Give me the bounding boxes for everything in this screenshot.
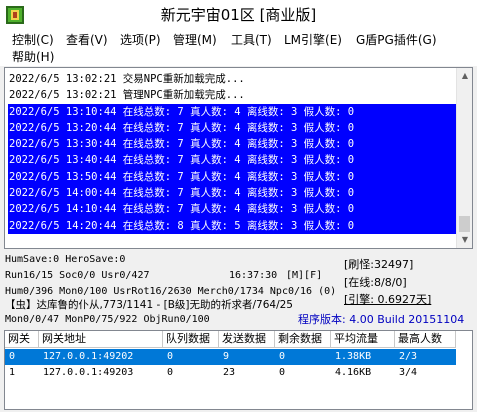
log-line[interactable]: 2022/6/5 14:10:44 在线总数: 7 真人数: 4 离线数: 3 … bbox=[8, 201, 460, 218]
col-gateway-address[interactable]: 网关地址 bbox=[39, 331, 163, 348]
col-queue-data[interactable]: 队列数据 bbox=[163, 331, 219, 348]
table-cell: 127.0.0.1:49202 bbox=[43, 351, 134, 362]
table-cell: 0 bbox=[279, 367, 286, 378]
menu-lm-engine[interactable]: LM引擎(E) bbox=[284, 32, 342, 49]
table-cell: 1 bbox=[9, 367, 16, 378]
status-flags: [M][F] bbox=[286, 270, 323, 281]
col-send-data[interactable]: 发送数据 bbox=[219, 331, 275, 348]
menu-tools[interactable]: 工具(T) bbox=[231, 32, 272, 49]
table-row[interactable]: 1 127.0.0.1:49203 0 23 0 4.16KB 3/4 bbox=[5, 365, 456, 381]
log-line[interactable]: 2022/6/5 14:00:44 在线总数: 7 真人数: 4 离线数: 3 … bbox=[8, 185, 460, 202]
log-line[interactable]: 2022/6/5 13:30:44 在线总数: 7 真人数: 4 离线数: 3 … bbox=[8, 136, 460, 153]
log-line[interactable]: 2022/6/5 14:20:44 在线总数: 8 真人数: 5 离线数: 3 … bbox=[8, 217, 460, 234]
engine-uptime[interactable]: [引擎: 0.6927天] bbox=[344, 291, 431, 307]
log-panel[interactable]: 2022/6/5 13:02:21 交易NPC重新加载完成... 2022/6/5… bbox=[4, 67, 473, 249]
status-mon: Mon0/0/47 MonP0/75/922 ObjRun0/100 bbox=[5, 314, 210, 325]
table-cell: 23 bbox=[223, 367, 236, 378]
status-save: HumSave:0 HeroSave:0 bbox=[5, 254, 126, 265]
title-bar[interactable]: 新元宇宙01区 [商业版] bbox=[0, 0, 477, 30]
menu-gdun-plugin[interactable]: G盾PG插件(G) bbox=[356, 32, 437, 49]
col-avg-traffic[interactable]: 平均流量 bbox=[331, 331, 395, 348]
program-version: 程序版本: 4.00 Build 20151104 bbox=[298, 313, 465, 326]
menu-bar: 控制(C) 查看(V) 选项(P) 管理(M) 工具(T) LM引擎(E) G盾… bbox=[0, 30, 477, 66]
log-line[interactable]: 2022/6/5 13:02:21 管理NPC重新加载完成... bbox=[8, 87, 460, 103]
scroll-up-arrow-icon[interactable]: ▲ bbox=[457, 68, 472, 84]
status-monster: 【虫】达库鲁的仆从,773/1141 - [B级]无助的祈求者/764/25 bbox=[5, 299, 293, 311]
table-cell: 1.38KB bbox=[335, 351, 372, 362]
log-scrollbar[interactable]: ▲ ▼ bbox=[456, 68, 472, 248]
log-line[interactable]: 2022/6/5 13:02:21 交易NPC重新加载完成... bbox=[8, 71, 460, 87]
col-remaining-data[interactable]: 剩余数据 bbox=[275, 331, 331, 348]
status-time: 16:37:30 bbox=[229, 270, 278, 281]
log-line[interactable]: 2022/6/5 13:10:44 在线总数: 7 真人数: 4 离线数: 3 … bbox=[8, 103, 460, 120]
table-cell: 0 bbox=[167, 351, 174, 362]
col-max-users[interactable]: 最高人数 bbox=[395, 331, 456, 348]
log-line[interactable]: 2022/6/5 13:50:44 在线总数: 7 真人数: 4 离线数: 3 … bbox=[8, 168, 460, 186]
menu-help[interactable]: 帮助(H) bbox=[12, 49, 54, 66]
scroll-down-arrow-icon[interactable]: ▼ bbox=[457, 232, 472, 248]
table-row[interactable]: 0 127.0.0.1:49202 0 9 0 1.38KB 2/3 bbox=[5, 349, 456, 365]
table-cell: 4.16KB bbox=[335, 367, 372, 378]
table-cell: 2/3 bbox=[399, 351, 418, 362]
table-cell: 0 bbox=[167, 367, 174, 378]
log-lines: 2022/6/5 13:02:21 交易NPC重新加载完成... 2022/6/5… bbox=[8, 71, 460, 234]
online-count: [在线:8/8/0] bbox=[344, 276, 407, 289]
refresh-count: [刷怪:32497] bbox=[344, 258, 414, 271]
window-title: 新元宇宙01区 [商业版] bbox=[160, 6, 317, 24]
menu-view[interactable]: 查看(V) bbox=[66, 32, 108, 49]
status-panel: HumSave:0 HeroSave:0 Run16/15 Soc0/0 Usr… bbox=[0, 250, 477, 328]
table-cell: 0 bbox=[279, 351, 286, 362]
table-cell: 0 bbox=[9, 351, 16, 362]
gateway-table[interactable]: 网关 网关地址 队列数据 发送数据 剩余数据 平均流量 最高人数 0 127.0.… bbox=[4, 330, 473, 410]
log-line[interactable]: 2022/6/5 13:20:44 在线总数: 7 真人数: 4 离线数: 3 … bbox=[8, 119, 460, 137]
menu-options[interactable]: 选项(P) bbox=[120, 32, 161, 49]
col-gateway[interactable]: 网关 bbox=[5, 331, 39, 348]
table-cell: 127.0.0.1:49203 bbox=[43, 367, 134, 378]
status-run: Run16/15 Soc0/0 Usr0/427 bbox=[5, 270, 150, 281]
table-cell: 3/4 bbox=[399, 367, 418, 378]
status-hum: Hum0/396 Mon0/100 UsrRot16/2630 Merch0/1… bbox=[5, 286, 337, 297]
menu-manage[interactable]: 管理(M) bbox=[173, 32, 217, 49]
menu-control[interactable]: 控制(C) bbox=[12, 32, 54, 49]
log-line[interactable]: 2022/6/5 13:40:44 在线总数: 7 真人数: 4 离线数: 3 … bbox=[8, 152, 460, 169]
table-cell: 9 bbox=[223, 351, 230, 362]
scroll-thumb[interactable] bbox=[459, 216, 470, 232]
